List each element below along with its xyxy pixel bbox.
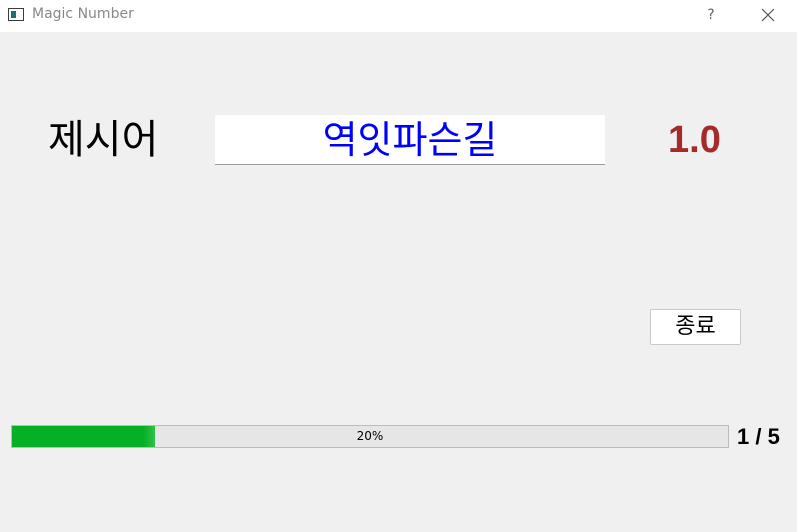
exit-button[interactable]: 종료 (650, 309, 741, 345)
progress-bar: 20% (11, 425, 729, 448)
app-window-icon (8, 8, 24, 21)
prompt-word-display: 역잇파슨길 (215, 115, 605, 165)
question-counter: 1 / 5 (737, 424, 780, 449)
close-icon (761, 8, 775, 22)
title-bar: Magic Number ? (0, 0, 797, 32)
score-value: 1.0 (668, 119, 721, 161)
prompt-label: 제시어 (48, 117, 159, 163)
app-window: Magic Number ? 제시어 역잇파슨길 1.0 종료 20% 1 / … (0, 0, 797, 532)
help-button[interactable]: ? (698, 0, 724, 30)
close-button[interactable] (748, 0, 788, 30)
progress-percent-text: 20% (356, 429, 384, 443)
window-title: Magic Number (32, 6, 134, 22)
